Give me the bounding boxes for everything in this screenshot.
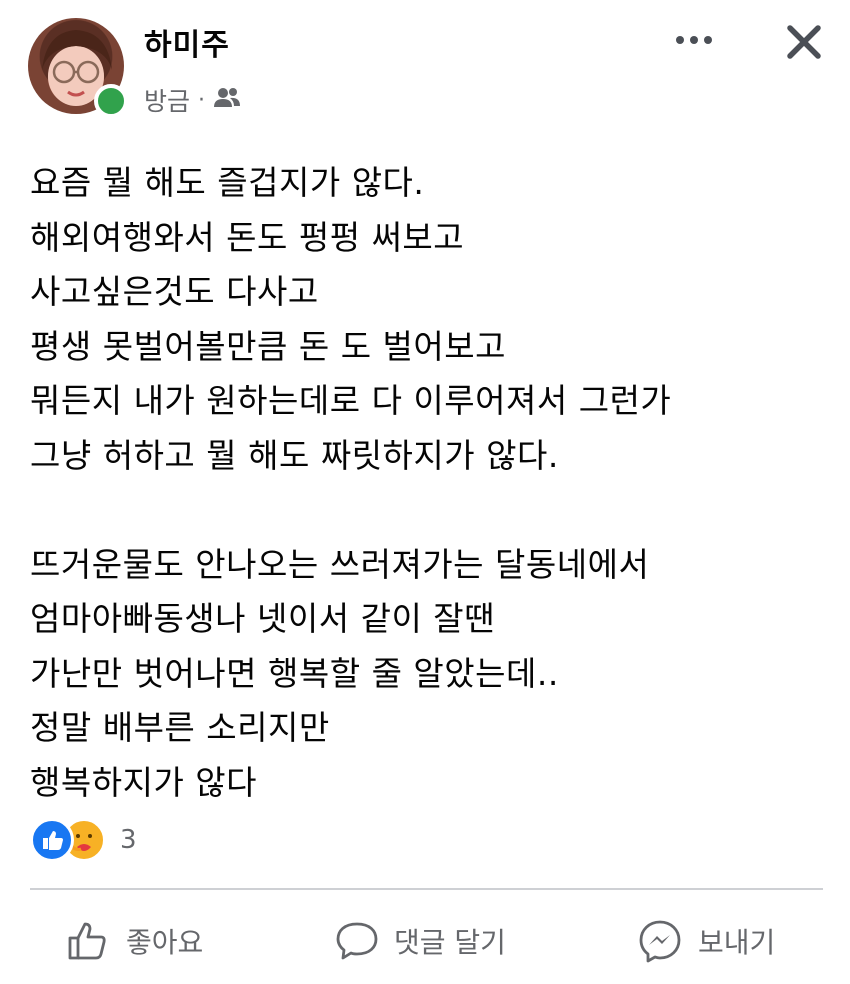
reaction-count: 3 [120, 825, 137, 855]
online-status-dot [94, 84, 128, 118]
send-label: 보내기 [698, 926, 776, 959]
actions-divider [30, 888, 823, 890]
more-dot [690, 36, 698, 44]
like-button[interactable]: 좋아요 [66, 906, 203, 976]
close-button[interactable] [780, 18, 828, 66]
post-meta: 방금 · [144, 82, 241, 118]
comment-bubble-icon [336, 922, 378, 960]
comment-button[interactable]: 댓글 달기 [334, 906, 506, 976]
thumbs-up-icon [68, 922, 106, 960]
like-label: 좋아요 [126, 926, 204, 959]
messenger-icon [639, 920, 681, 963]
post-action-bar: 좋아요 댓글 달기 보내기 [0, 906, 850, 976]
like-reaction-icon [30, 818, 74, 862]
more-dot [704, 36, 712, 44]
more-options-button[interactable] [670, 22, 718, 58]
author-name[interactable]: 하미주 [144, 20, 230, 64]
send-button[interactable]: 보내기 [636, 906, 775, 976]
meta-separator: · [198, 87, 206, 113]
comment-label: 댓글 달기 [394, 926, 506, 959]
author-avatar[interactable] [28, 18, 128, 118]
more-horizontal-icon [676, 36, 684, 44]
post-text: 요즘 뭘 해도 즐겁지가 않다. 해외여행와서 돈도 펑펑 써보고 사고싶은것도… [30, 163, 672, 802]
reactions-summary[interactable]: 3 [30, 818, 137, 862]
close-icon [787, 25, 821, 59]
post-timestamp[interactable]: 방금 [144, 82, 190, 118]
friends-icon[interactable] [213, 85, 241, 115]
